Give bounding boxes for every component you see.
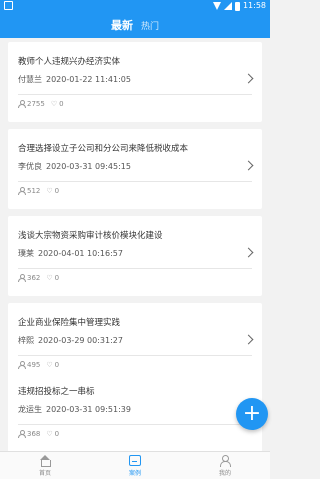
card-divider xyxy=(18,355,252,356)
nav-mine-label: 我的 xyxy=(218,470,231,477)
nav-home[interactable]: 首页 xyxy=(0,452,90,479)
chevron-right-icon xyxy=(243,334,254,345)
article-title: 合理选择设立子公司和分公司来降低税收成本 xyxy=(18,144,189,154)
card-divider xyxy=(18,94,252,95)
article-meta: 璞莱 2020-04-01 10:16:57 xyxy=(18,248,123,259)
heart-icon: ♡ xyxy=(46,430,53,438)
article-meta: 李优良 2020-03-31 09:45:15 xyxy=(18,161,131,172)
heart-icon: ♡ xyxy=(50,100,58,108)
notification-icon xyxy=(4,1,13,10)
article-meta: 梓熙 2020-03-29 00:31:27 xyxy=(18,335,123,346)
status-time: 11:58 xyxy=(242,1,266,10)
article-stats: 368 ♡ 0 xyxy=(18,430,59,438)
like-count: 0 xyxy=(54,187,60,195)
nav-cases-label: 案例 xyxy=(128,470,141,477)
user-icon xyxy=(18,361,26,369)
view-count: 495 xyxy=(27,361,41,369)
article-stats: 495 ♡ 0 xyxy=(18,361,59,369)
article-author: 龙运生 xyxy=(18,405,42,414)
status-right: 11:58 xyxy=(212,1,266,11)
heart-icon: ♡ xyxy=(46,361,53,369)
home-icon xyxy=(39,455,51,467)
article-title: 违规招投标之一串标 xyxy=(18,387,95,397)
header-tabs: 最新 热门 xyxy=(0,12,270,38)
chevron-right-icon xyxy=(243,160,254,171)
article-card[interactable]: 浅谈大宗物资采购审计核价模块化建设 璞莱 2020-04-01 10:16:57 … xyxy=(8,216,262,296)
tab-hot[interactable]: 热门 xyxy=(141,19,159,32)
user-icon xyxy=(18,187,26,195)
card-divider xyxy=(18,181,252,182)
heart-icon: ♡ xyxy=(46,274,53,282)
article-time: 2020-03-31 09:45:15 xyxy=(46,162,131,171)
article-author: 梓熙 xyxy=(18,336,34,345)
profile-icon xyxy=(219,455,231,467)
battery-icon xyxy=(234,1,240,11)
heart-icon: ♡ xyxy=(46,187,53,195)
article-time: 2020-04-01 10:16:57 xyxy=(38,249,123,258)
like-count: 0 xyxy=(54,274,60,282)
card-divider xyxy=(18,424,252,425)
like-count: 0 xyxy=(54,430,60,438)
chevron-right-icon xyxy=(243,247,254,258)
article-title: 浅谈大宗物资采购审计核价模块化建设 xyxy=(18,231,163,241)
article-author: 付慧兰 xyxy=(18,75,42,84)
chevron-right-icon xyxy=(243,73,254,84)
add-button[interactable]: + xyxy=(236,398,268,430)
card-divider xyxy=(18,268,252,269)
article-time: 2020-03-31 09:51:39 xyxy=(46,405,131,414)
article-stats: 362 ♡ 0 xyxy=(18,274,59,282)
bottom-nav: 首页 案例 我的 xyxy=(0,451,270,479)
nav-home-label: 首页 xyxy=(38,470,51,477)
nav-cases[interactable]: 案例 xyxy=(90,452,180,479)
article-stats: 512 ♡ 0 xyxy=(18,187,59,195)
wifi-icon xyxy=(212,2,221,10)
view-count: 368 xyxy=(27,430,41,438)
article-card[interactable]: 企业商业保险集中管理实践 梓熙 2020-03-29 00:31:27 495 ♡… xyxy=(8,303,262,383)
case-icon xyxy=(129,455,141,466)
user-icon xyxy=(18,430,26,438)
like-count: 0 xyxy=(59,100,64,108)
article-time: 2020-03-29 00:31:27 xyxy=(38,336,123,345)
view-count: 362 xyxy=(27,274,41,282)
article-time: 2020-01-22 11:41:05 xyxy=(46,75,131,84)
article-title: 教师个人违规兴办经济实体 xyxy=(18,57,121,67)
nav-mine[interactable]: 我的 xyxy=(180,452,270,479)
article-card[interactable]: 合理选择设立子公司和分公司来降低税收成本 李优良 2020-03-31 09:45… xyxy=(8,129,262,209)
article-card[interactable]: 教师个人违规兴办经济实体 付慧兰 2020-01-22 11:41:05 2755… xyxy=(8,42,262,122)
article-stats: 2755 ♡ 0 xyxy=(18,100,64,108)
signal-icon xyxy=(223,2,232,10)
status-bar: 11:58 xyxy=(0,0,270,12)
article-title: 企业商业保险集中管理实践 xyxy=(18,318,121,328)
view-count: 2755 xyxy=(27,100,45,108)
like-count: 0 xyxy=(54,361,60,369)
user-icon xyxy=(18,100,26,108)
user-icon xyxy=(18,274,26,282)
article-author: 李优良 xyxy=(18,162,42,171)
view-count: 512 xyxy=(27,187,41,195)
article-meta: 龙运生 2020-03-31 09:51:39 xyxy=(18,404,131,415)
article-author: 璞莱 xyxy=(18,249,34,258)
article-meta: 付慧兰 2020-01-22 11:41:05 xyxy=(18,74,131,85)
article-card[interactable]: 违规招投标之一串标 龙运生 2020-03-31 09:51:39 368 ♡ 0 xyxy=(8,372,262,452)
tab-latest[interactable]: 最新 xyxy=(111,17,133,33)
